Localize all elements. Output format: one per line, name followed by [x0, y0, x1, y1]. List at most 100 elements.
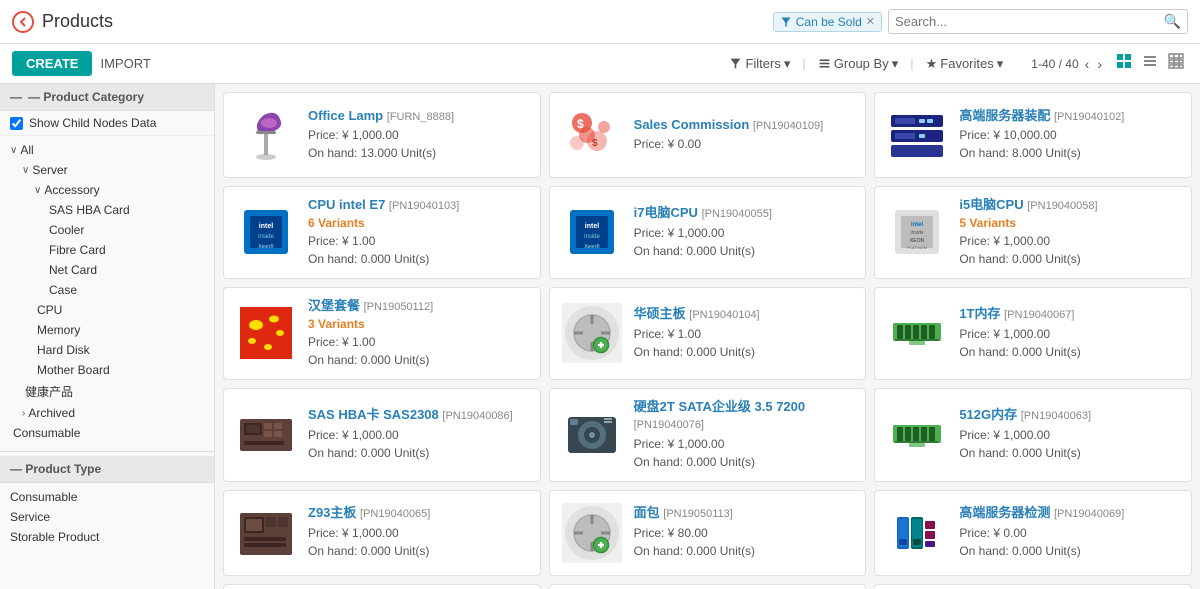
product-info-i5-cpu: i5电脑CPU [PN19040058] 5 Variants Price: ¥…: [959, 197, 1181, 268]
show-child-nodes-checkbox[interactable]: [10, 117, 23, 130]
tree-item-all[interactable]: ∨ All: [0, 140, 214, 160]
favorites-button[interactable]: ★ Favorites ▾: [926, 56, 1004, 72]
search-input-wrap: 🔍: [888, 9, 1188, 34]
import-button[interactable]: IMPORT: [100, 56, 150, 71]
create-button[interactable]: CREATE: [12, 51, 92, 76]
product-card-bread[interactable]: 面包 [PN19050113] Price: ¥ 80.00 On hand: …: [549, 490, 867, 576]
product-info-sales-commission: Sales Commission [PN19040109] Price: ¥ 0…: [634, 117, 856, 154]
tree-item-consumable[interactable]: Consumable: [0, 423, 214, 443]
product-card-hamburger[interactable]: 汉堡套餐 [PN19050112] 3 Variants Price: ¥ 1.…: [223, 287, 541, 380]
product-card-cooler-fan[interactable]: 散热器 2011 2U旁边主动 侧吹 [PN19040078] Price: ¥…: [549, 584, 867, 589]
product-onhand-hdd-2t: On hand: 0.000 Unit(s): [634, 453, 856, 471]
prev-page-button[interactable]: ‹: [1083, 56, 1092, 72]
product-price-i5-cpu: Price: ¥ 1,000.00: [959, 232, 1181, 250]
product-card-z93-board[interactable]: Z93主板 [PN19040065] Price: ¥ 1,000.00 On …: [223, 490, 541, 576]
product-info-bread: 面包 [PN19050113] Price: ¥ 80.00 On hand: …: [634, 505, 856, 560]
product-name-asus-board: 华硕主板 [PN19040104]: [634, 306, 856, 323]
tree-label-pt-service: Service: [10, 510, 214, 524]
tree-label-memory: Memory: [37, 323, 214, 337]
product-variants-cpu-intel-e7: 6 Variants: [308, 216, 530, 230]
svg-text:Xeon®: Xeon®: [584, 243, 600, 250]
app-header: Products Can be Sold ✕ 🔍: [0, 0, 1200, 44]
filter-tag-icon: [780, 16, 792, 28]
product-onhand-z93-board: On hand: 0.000 Unit(s): [308, 542, 530, 560]
tree-item-pt-consumable[interactable]: Consumable: [0, 487, 214, 507]
tree-item-pt-service[interactable]: Service: [0, 507, 214, 527]
search-icon[interactable]: 🔍: [1164, 13, 1181, 30]
product-card-sas-hba[interactable]: SAS HBA卡 SAS2308 [PN19040086] Price: ¥ 1…: [223, 388, 541, 482]
filter-tag-can-be-sold[interactable]: Can be Sold ✕: [773, 12, 882, 32]
product-name-server-detect: 高端服务器检测 [PN19040069]: [959, 505, 1181, 522]
placeholder-bread: [562, 503, 622, 563]
tree-label-hard-disk: Hard Disk: [37, 343, 214, 357]
toolbar-filters: Filters ▾ | Group By ▾ | ★ Favorites ▾: [729, 56, 1003, 72]
product-card-hdd-2t[interactable]: 硬盘2T SATA企业级 3.5 7200 [PN19040076] Price…: [549, 388, 867, 482]
product-image-512g-ram: [885, 403, 949, 467]
back-button[interactable]: [12, 11, 34, 33]
svg-text:intel: intel: [911, 222, 924, 228]
product-card-office-lamp[interactable]: Office Lamp [FURN_8888] Price: ¥ 1,000.0…: [223, 92, 541, 178]
product-onhand-office-lamp: On hand: 13.000 Unit(s): [308, 144, 530, 162]
product-card-i7-cpu[interactable]: intel inside Xeon® i7电脑CPU [PN19040055] …: [549, 186, 867, 279]
product-price-z93-board: Price: ¥ 1,000.00: [308, 524, 530, 542]
list-view-button[interactable]: [1138, 51, 1162, 76]
product-card-fiber-module[interactable]: 光纤模块 万兆多模 850NM 300M [PN19040081] 2 Vari…: [874, 584, 1192, 589]
svg-text:intel: intel: [584, 223, 598, 230]
filters-button[interactable]: Filters ▾: [729, 56, 790, 72]
tree-label-pt-storable: Storable Product: [10, 530, 214, 544]
svg-text:XEON: XEON: [910, 238, 925, 244]
tree-item-cpu[interactable]: CPU: [0, 300, 214, 320]
product-price-hdd-2t: Price: ¥ 1,000.00: [634, 435, 856, 453]
tree-item-case[interactable]: Case: [0, 280, 214, 300]
tree-item-sas-hba-card[interactable]: SAS HBA Card: [0, 200, 214, 220]
product-card-sales-commission[interactable]: $ $ Sales Commission [PN19040109] Price:…: [549, 92, 867, 178]
tree-label-server: Server: [32, 163, 214, 177]
tree-item-mother-board[interactable]: Mother Board: [0, 360, 214, 380]
product-image-z93-board: [234, 501, 298, 565]
product-card-512g-ram[interactable]: 512G内存 [PN19040063] Price: ¥ 1,000.00 On…: [874, 388, 1192, 482]
product-type-header: — Product Type: [0, 456, 214, 483]
group-by-button[interactable]: Group By ▾: [818, 56, 898, 72]
toggle-accessory: ∨: [34, 185, 41, 196]
product-name-i5-cpu: i5电脑CPU [PN19040058]: [959, 197, 1181, 214]
product-image-i5-cpu: intel inside XEON PLATINUM: [885, 200, 949, 264]
product-image-sales-commission: $ $: [560, 103, 624, 167]
product-info-i7-cpu: i7电脑CPU [PN19040055] Price: ¥ 1,000.00 O…: [634, 205, 856, 260]
product-onhand-1t-ram: On hand: 0.000 Unit(s): [959, 343, 1181, 361]
show-child-nodes-row[interactable]: Show Child Nodes Data: [0, 111, 214, 136]
tree-label-cpu: CPU: [37, 303, 214, 317]
tree-item-server[interactable]: ∨ Server: [0, 160, 214, 180]
product-card-asus-board[interactable]: 华硕主板 [PN19040104] Price: ¥ 1.00 On hand:…: [549, 287, 867, 380]
tree-item-pt-storable[interactable]: Storable Product: [0, 527, 214, 547]
product-card-sas-cable[interactable]: SAS线 8087-4 [PN19040088] Price: ¥ 1,000.…: [223, 584, 541, 589]
search-input[interactable]: [895, 14, 1164, 29]
tree-item-archived[interactable]: › Archived: [0, 403, 214, 423]
product-name-office-lamp: Office Lamp [FURN_8888]: [308, 108, 530, 125]
sidebar-divider-1: [0, 451, 214, 452]
tree-item-net-card[interactable]: Net Card: [0, 260, 214, 280]
svg-text:$: $: [592, 138, 598, 149]
product-onhand-512g-ram: On hand: 0.000 Unit(s): [959, 444, 1181, 462]
tree-item-memory[interactable]: Memory: [0, 320, 214, 340]
tree-item-cooler[interactable]: Cooler: [0, 220, 214, 240]
grid-view-button[interactable]: [1112, 51, 1136, 76]
product-card-cpu-intel-e7[interactable]: intel inside Xeon® CPU intel E7 [PN19040…: [223, 186, 541, 279]
tree-item-accessory[interactable]: ∨ Accessory: [0, 180, 214, 200]
tree-item-fibre-card[interactable]: Fibre Card: [0, 240, 214, 260]
tree-item-hard-disk[interactable]: Hard Disk: [0, 340, 214, 360]
tree-label-pt-consumable: Consumable: [10, 490, 214, 504]
product-card-server-detect[interactable]: 高端服务器检测 [PN19040069] Price: ¥ 0.00 On ha…: [874, 490, 1192, 576]
tree-item-health[interactable]: 健康产品: [0, 380, 214, 403]
dash-icon: —: [10, 90, 22, 104]
product-price-server-detect: Price: ¥ 0.00: [959, 524, 1181, 542]
tree-label-fibre-card: Fibre Card: [49, 243, 214, 257]
tree-label-accessory: Accessory: [44, 183, 214, 197]
filter-tag-close[interactable]: ✕: [866, 15, 875, 28]
table-view-button[interactable]: [1164, 51, 1188, 76]
product-name-i7-cpu: i7电脑CPU [PN19040055]: [634, 205, 856, 222]
product-card-server-assembly[interactable]: 高端服务器装配 [PN19040102] Price: ¥ 10,000.00 …: [874, 92, 1192, 178]
product-card-1t-ram[interactable]: 1T内存 [PN19040067] Price: ¥ 1,000.00 On h…: [874, 287, 1192, 380]
next-page-button[interactable]: ›: [1095, 56, 1104, 72]
product-image-cpu-intel-e7: intel inside Xeon®: [234, 200, 298, 264]
product-card-i5-cpu[interactable]: intel inside XEON PLATINUM i5电脑CPU [PN19…: [874, 186, 1192, 279]
